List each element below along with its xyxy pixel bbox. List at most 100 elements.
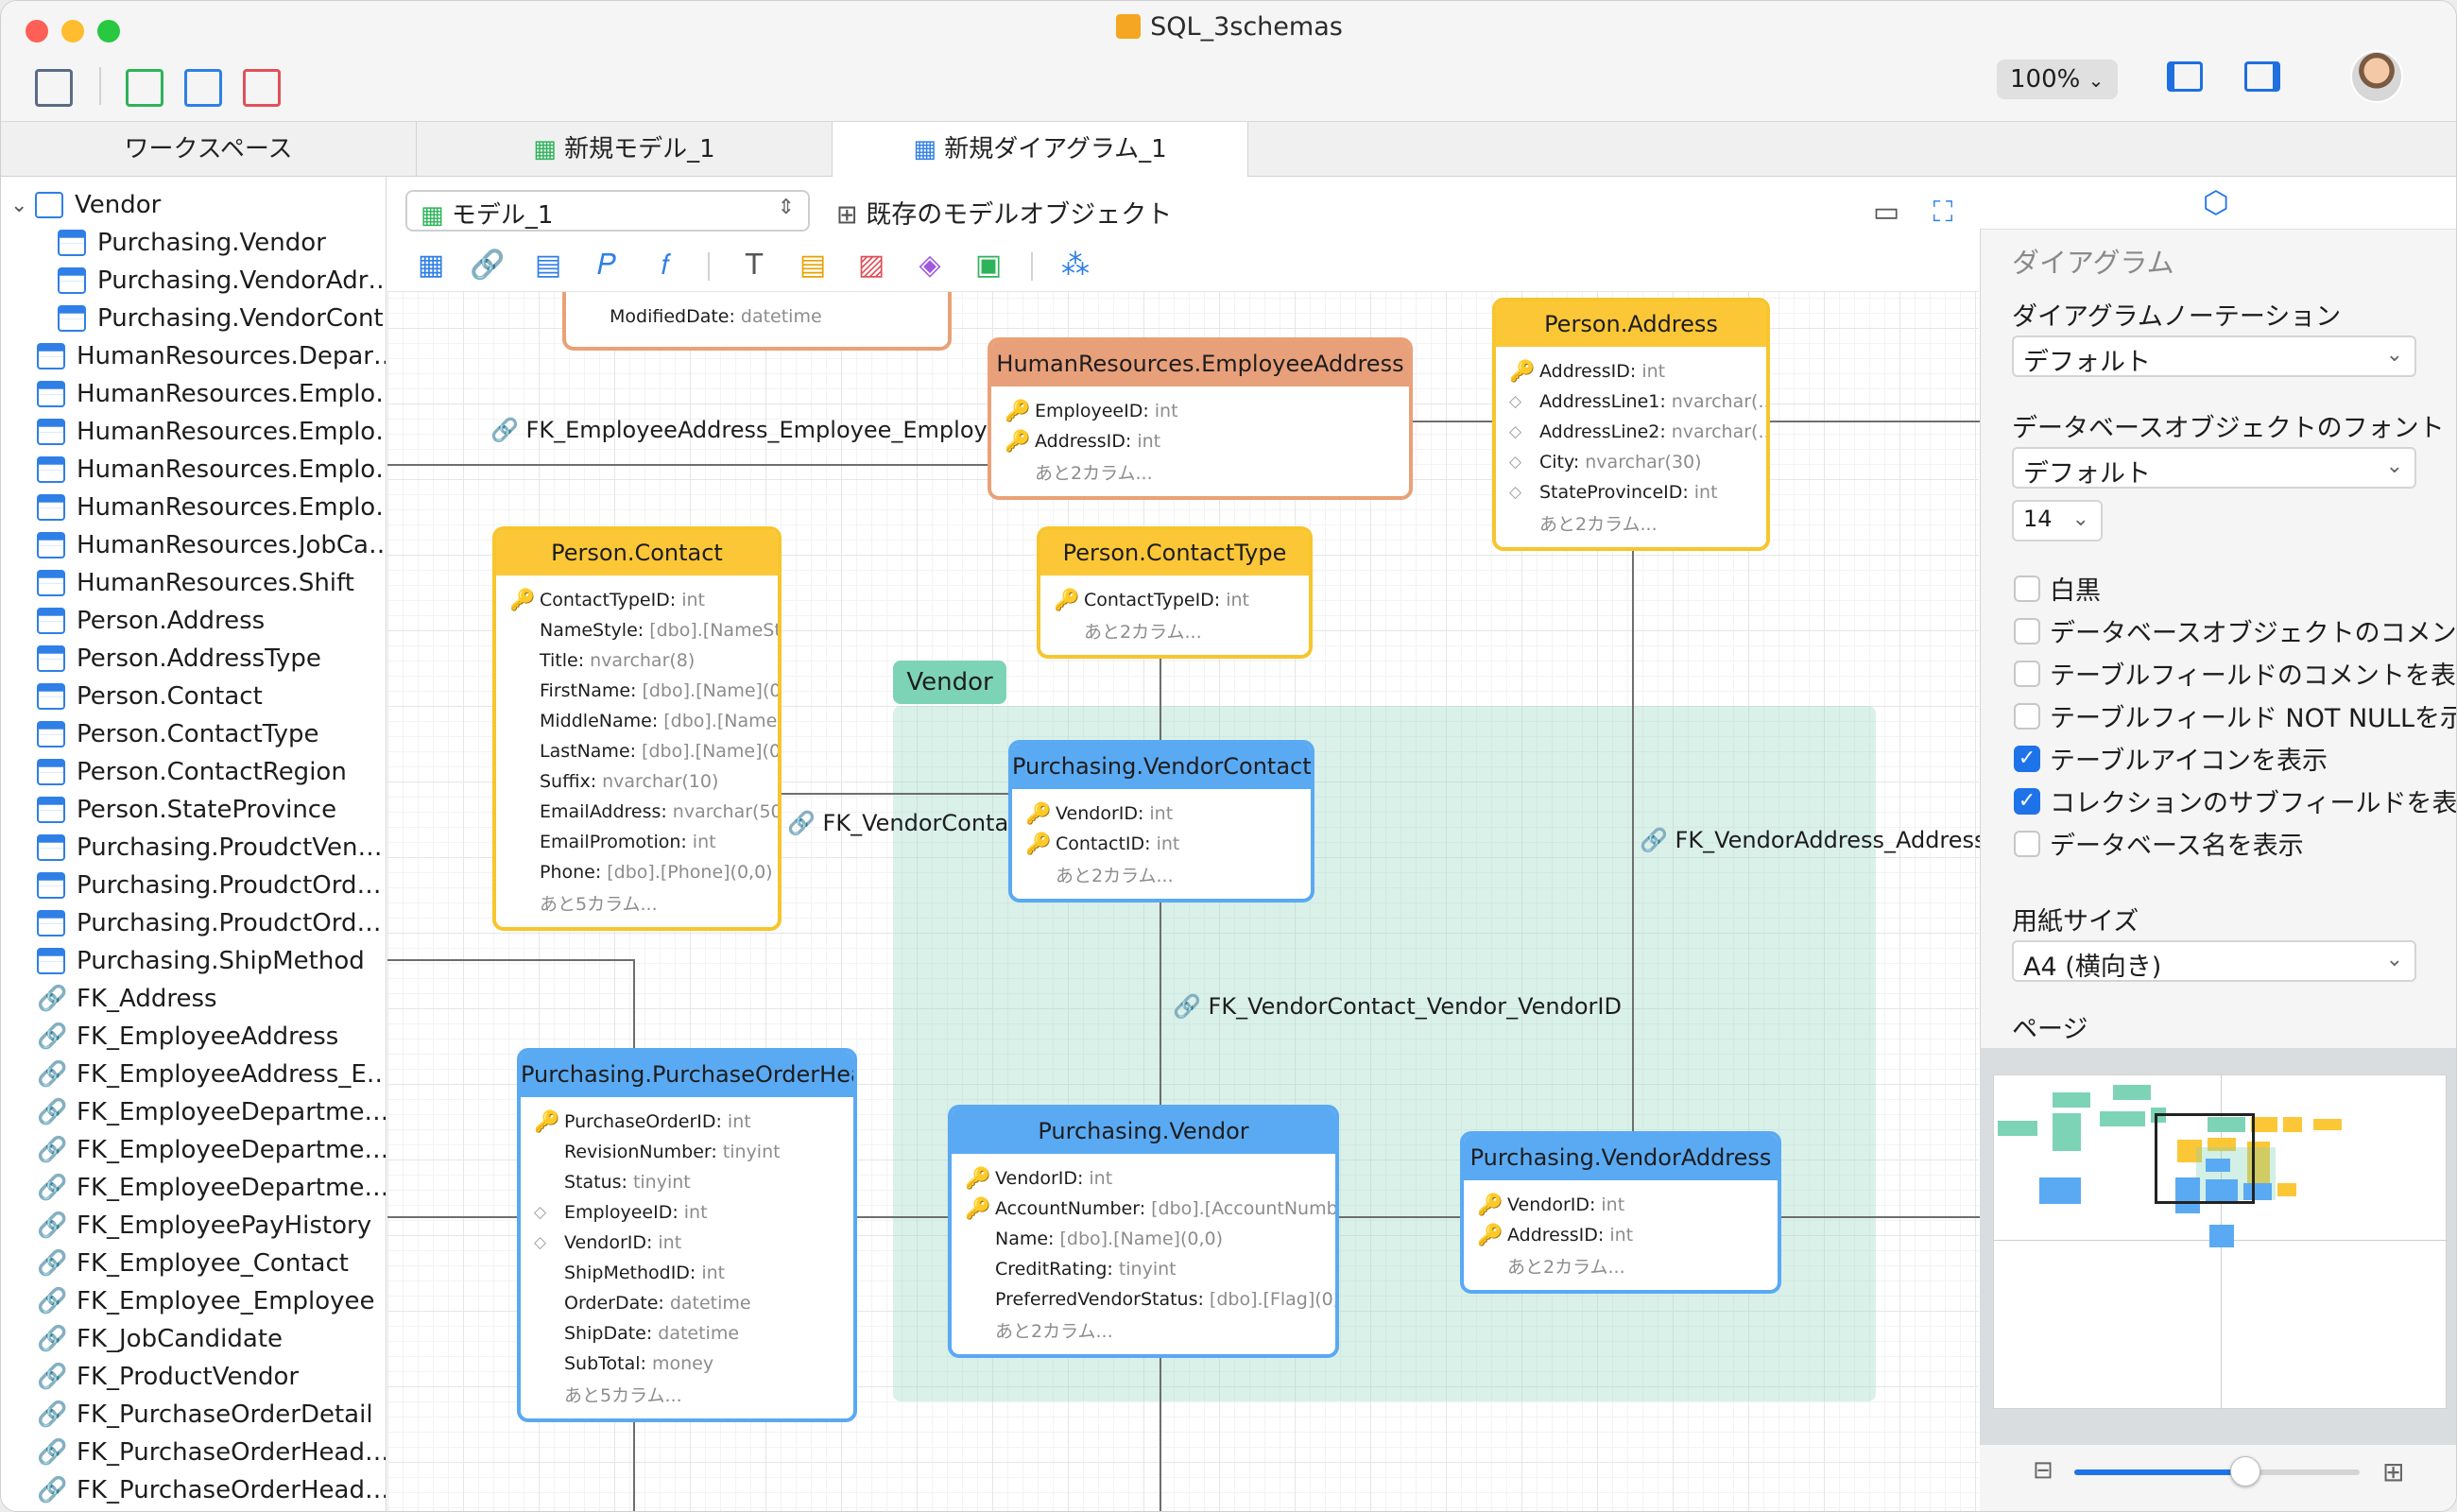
tree-item-link[interactable]: 🔗 FK_EmployeeAddress_E… bbox=[37, 1056, 386, 1093]
tab-new-diagram[interactable]: ▦ 新規ダイアグラム_1 bbox=[833, 122, 1248, 177]
connector-line[interactable] bbox=[782, 793, 1012, 795]
checkbox[interactable]: ✓ bbox=[2014, 746, 2040, 772]
paper-select[interactable]: A4 (横向き) ⌄ bbox=[2012, 940, 2416, 982]
tree-item-link[interactable]: 🔗 FK_EmployeeDepartme… bbox=[37, 1131, 386, 1169]
table-tool-icon[interactable]: ▦ bbox=[413, 249, 449, 283]
new-model-icon[interactable] bbox=[126, 69, 163, 107]
tree-item-table[interactable]: Purchasing.VendorAdr… bbox=[58, 262, 386, 300]
font-size-select[interactable]: 14 ⌄ bbox=[2012, 500, 2103, 541]
new-report-icon[interactable] bbox=[243, 69, 281, 107]
more-columns[interactable]: あと5カラム... bbox=[521, 1379, 853, 1409]
entity-vendor[interactable]: Purchasing.Vendor 🔑 VendorID: int 🔑 AccountNu… bbox=[948, 1105, 1339, 1358]
note-tool-icon[interactable]: ▤ bbox=[795, 249, 831, 283]
tree-item-table[interactable]: Person.AddressType bbox=[37, 640, 321, 678]
view-tool-icon[interactable]: ▤ bbox=[530, 249, 566, 283]
fullscreen-icon[interactable]: ⛶ bbox=[1925, 196, 1961, 230]
more-columns[interactable]: あと2カラム... bbox=[952, 1314, 1335, 1345]
tree-item-link[interactable]: 🔗 FK_Address bbox=[37, 980, 217, 1018]
shape-tool-icon[interactable]: ◈ bbox=[912, 249, 948, 283]
more-columns[interactable]: あと2カラム... bbox=[1464, 1250, 1778, 1280]
tree-item-table[interactable]: HumanResources.Shift bbox=[37, 564, 354, 602]
tree-item-link[interactable]: 🔗 FK_PurchaseOrderHead… bbox=[37, 1434, 386, 1471]
tree-item-table[interactable]: HumanResources.Depar… bbox=[37, 337, 386, 375]
more-columns[interactable]: あと2カラム... bbox=[991, 456, 1409, 487]
connector-line[interactable] bbox=[387, 1216, 520, 1218]
tree-item-table[interactable]: Purchasing.VendorCont… bbox=[58, 300, 386, 337]
toggle-right-panel-icon[interactable] bbox=[2244, 61, 2280, 92]
entity-vendor-address[interactable]: Purchasing.VendorAddress 🔑 VendorID: int 🔑 Ad… bbox=[1460, 1131, 1781, 1294]
tree-item-link[interactable]: 🔗 FK_PurchaseOrderHead… bbox=[37, 1471, 386, 1509]
function-tool-icon[interactable]: 𝑓 bbox=[647, 249, 683, 283]
save-icon[interactable] bbox=[35, 69, 73, 107]
tree-item-table[interactable]: Purchasing.ProudctOrd… bbox=[37, 867, 381, 904]
tree-item-link[interactable]: 🔗 FK_EmployeeAddress bbox=[37, 1018, 338, 1056]
tab-workspace[interactable]: ワークスペース bbox=[1, 122, 417, 177]
entity-vendor-contact[interactable]: Purchasing.VendorContact 🔑 VendorID: int 🔑 Co… bbox=[1008, 740, 1314, 902]
tree-item-table[interactable]: Purchasing.ProudctOrd… bbox=[37, 904, 381, 942]
tree-item-link[interactable]: 🔗 FK_EmployeePayHistory bbox=[37, 1207, 371, 1245]
fk-label-employee-address[interactable]: 🔗 FK_EmployeeAddress_Employee_EmployeeID bbox=[490, 417, 1040, 443]
model-select[interactable]: ▦ モデル_1 ⇕ bbox=[405, 190, 810, 232]
tree-item-table[interactable]: Purchasing.Vendor bbox=[58, 224, 326, 262]
procedure-tool-icon[interactable]: 𝑃 bbox=[589, 249, 625, 283]
connector-line[interactable] bbox=[1779, 1216, 1980, 1218]
connector-line[interactable] bbox=[1160, 657, 1161, 740]
checkbox[interactable] bbox=[2014, 576, 2040, 602]
tree-root-vendor[interactable]: ⌄ Vendor bbox=[10, 186, 161, 224]
checkbox[interactable] bbox=[2014, 618, 2040, 644]
entity-poh[interactable]: Purchasing.PurchaseOrderHeader 🔑PurchaseO… bbox=[517, 1048, 857, 1422]
tree-item-link[interactable]: 🔗 FK_EmployeeDepartme… bbox=[37, 1093, 386, 1131]
entity-address[interactable]: Person.Address 🔑 AddressID: int ◇ AddressLine… bbox=[1492, 298, 1770, 551]
diagram-properties-icon[interactable]: ⬡ bbox=[2203, 184, 2229, 220]
tab-new-model[interactable]: ▦ 新規モデル_1 bbox=[417, 122, 833, 177]
notation-select[interactable]: デフォルト ⌄ bbox=[2012, 335, 2416, 377]
tree-item-table[interactable]: HumanResources.Emplo… bbox=[37, 451, 386, 489]
connector-line[interactable] bbox=[1632, 543, 1634, 1131]
tree-item-table[interactable]: Person.StateProvince bbox=[37, 791, 336, 829]
connector-line[interactable] bbox=[1160, 901, 1161, 1110]
tree-item-link[interactable]: 🔗 FK_PurchaseOrderDetail bbox=[37, 1396, 373, 1434]
zoom-out-icon[interactable]: ⊟ bbox=[2033, 1456, 2053, 1485]
checkbox[interactable] bbox=[2014, 831, 2040, 857]
new-diagram-icon[interactable] bbox=[184, 69, 222, 107]
entity-contact-type[interactable]: Person.ContactType 🔑 ContactTypeID: int あと2カ… bbox=[1037, 526, 1313, 659]
connector-line[interactable] bbox=[1339, 1216, 1460, 1218]
zoom-select[interactable]: 100% ⌄ bbox=[1997, 60, 2118, 99]
connector-line[interactable] bbox=[857, 1216, 952, 1218]
tree-item-table[interactable]: HumanResources.Emplo… bbox=[37, 375, 386, 413]
connector-line[interactable] bbox=[387, 959, 635, 961]
zoom-slider-track[interactable] bbox=[2074, 1456, 2360, 1486]
tree-item-table[interactable]: Purchasing.ShipMethod bbox=[37, 942, 365, 980]
minimap-viewport[interactable] bbox=[2155, 1113, 2255, 1204]
connector-line[interactable] bbox=[1770, 421, 1980, 422]
text-tool-icon[interactable]: T bbox=[736, 249, 772, 283]
tree-item-link[interactable]: 🔗 FK_Employee_Contact bbox=[37, 1245, 349, 1282]
image-tool-icon[interactable]: ▨ bbox=[853, 249, 889, 283]
tree-item-link[interactable]: 🔗 FK_ProductVendor bbox=[37, 1358, 299, 1396]
fk-label-vendor-contact-vendor[interactable]: 🔗 FK_VendorContact_Vendor_VendorID bbox=[1173, 993, 1622, 1020]
checkbox[interactable]: ✓ bbox=[2014, 788, 2040, 815]
tree-item-table[interactable]: HumanResources.Emplo… bbox=[37, 489, 386, 526]
connector-line[interactable] bbox=[633, 959, 635, 1050]
tree-item-table[interactable]: Person.Address bbox=[37, 602, 265, 640]
existing-objects-button[interactable]: ⊞ 既存のモデルオブジェクト bbox=[836, 194, 1172, 231]
zoom-in-icon[interactable]: ⊞ bbox=[2382, 1456, 2404, 1487]
connector-line[interactable] bbox=[387, 464, 988, 466]
checkbox[interactable] bbox=[2014, 661, 2040, 687]
checkbox[interactable] bbox=[2014, 703, 2040, 730]
entity-contact[interactable]: Person.Contact 🔑 ContactTypeID: int NameStyl… bbox=[492, 526, 782, 931]
minimap[interactable] bbox=[1993, 1074, 2448, 1410]
more-columns[interactable]: あと2カラム... bbox=[1012, 859, 1311, 889]
present-icon[interactable]: ▭ bbox=[1868, 196, 1904, 230]
avatar[interactable] bbox=[2350, 50, 2403, 103]
zoom-slider-knob[interactable] bbox=[2230, 1456, 2261, 1486]
toggle-left-panel-icon[interactable] bbox=[2167, 61, 2203, 92]
fk-label-vendor-address[interactable]: 🔗 FK_VendorAddress_Address_Ad bbox=[1640, 827, 1980, 853]
font-select[interactable]: デフォルト ⌄ bbox=[2012, 447, 2416, 489]
fk-label-vendor-contact[interactable]: 🔗 FK_VendorContact bbox=[787, 810, 1030, 836]
tree-item-table[interactable]: Person.ContactRegion bbox=[37, 753, 347, 791]
tree-item-table[interactable]: HumanResources.JobCa… bbox=[37, 526, 386, 564]
tree-item-table[interactable]: Purchasing.ProudctVen… bbox=[37, 829, 383, 867]
connector-line[interactable] bbox=[1413, 421, 1502, 422]
connector-line[interactable] bbox=[633, 1415, 635, 1511]
